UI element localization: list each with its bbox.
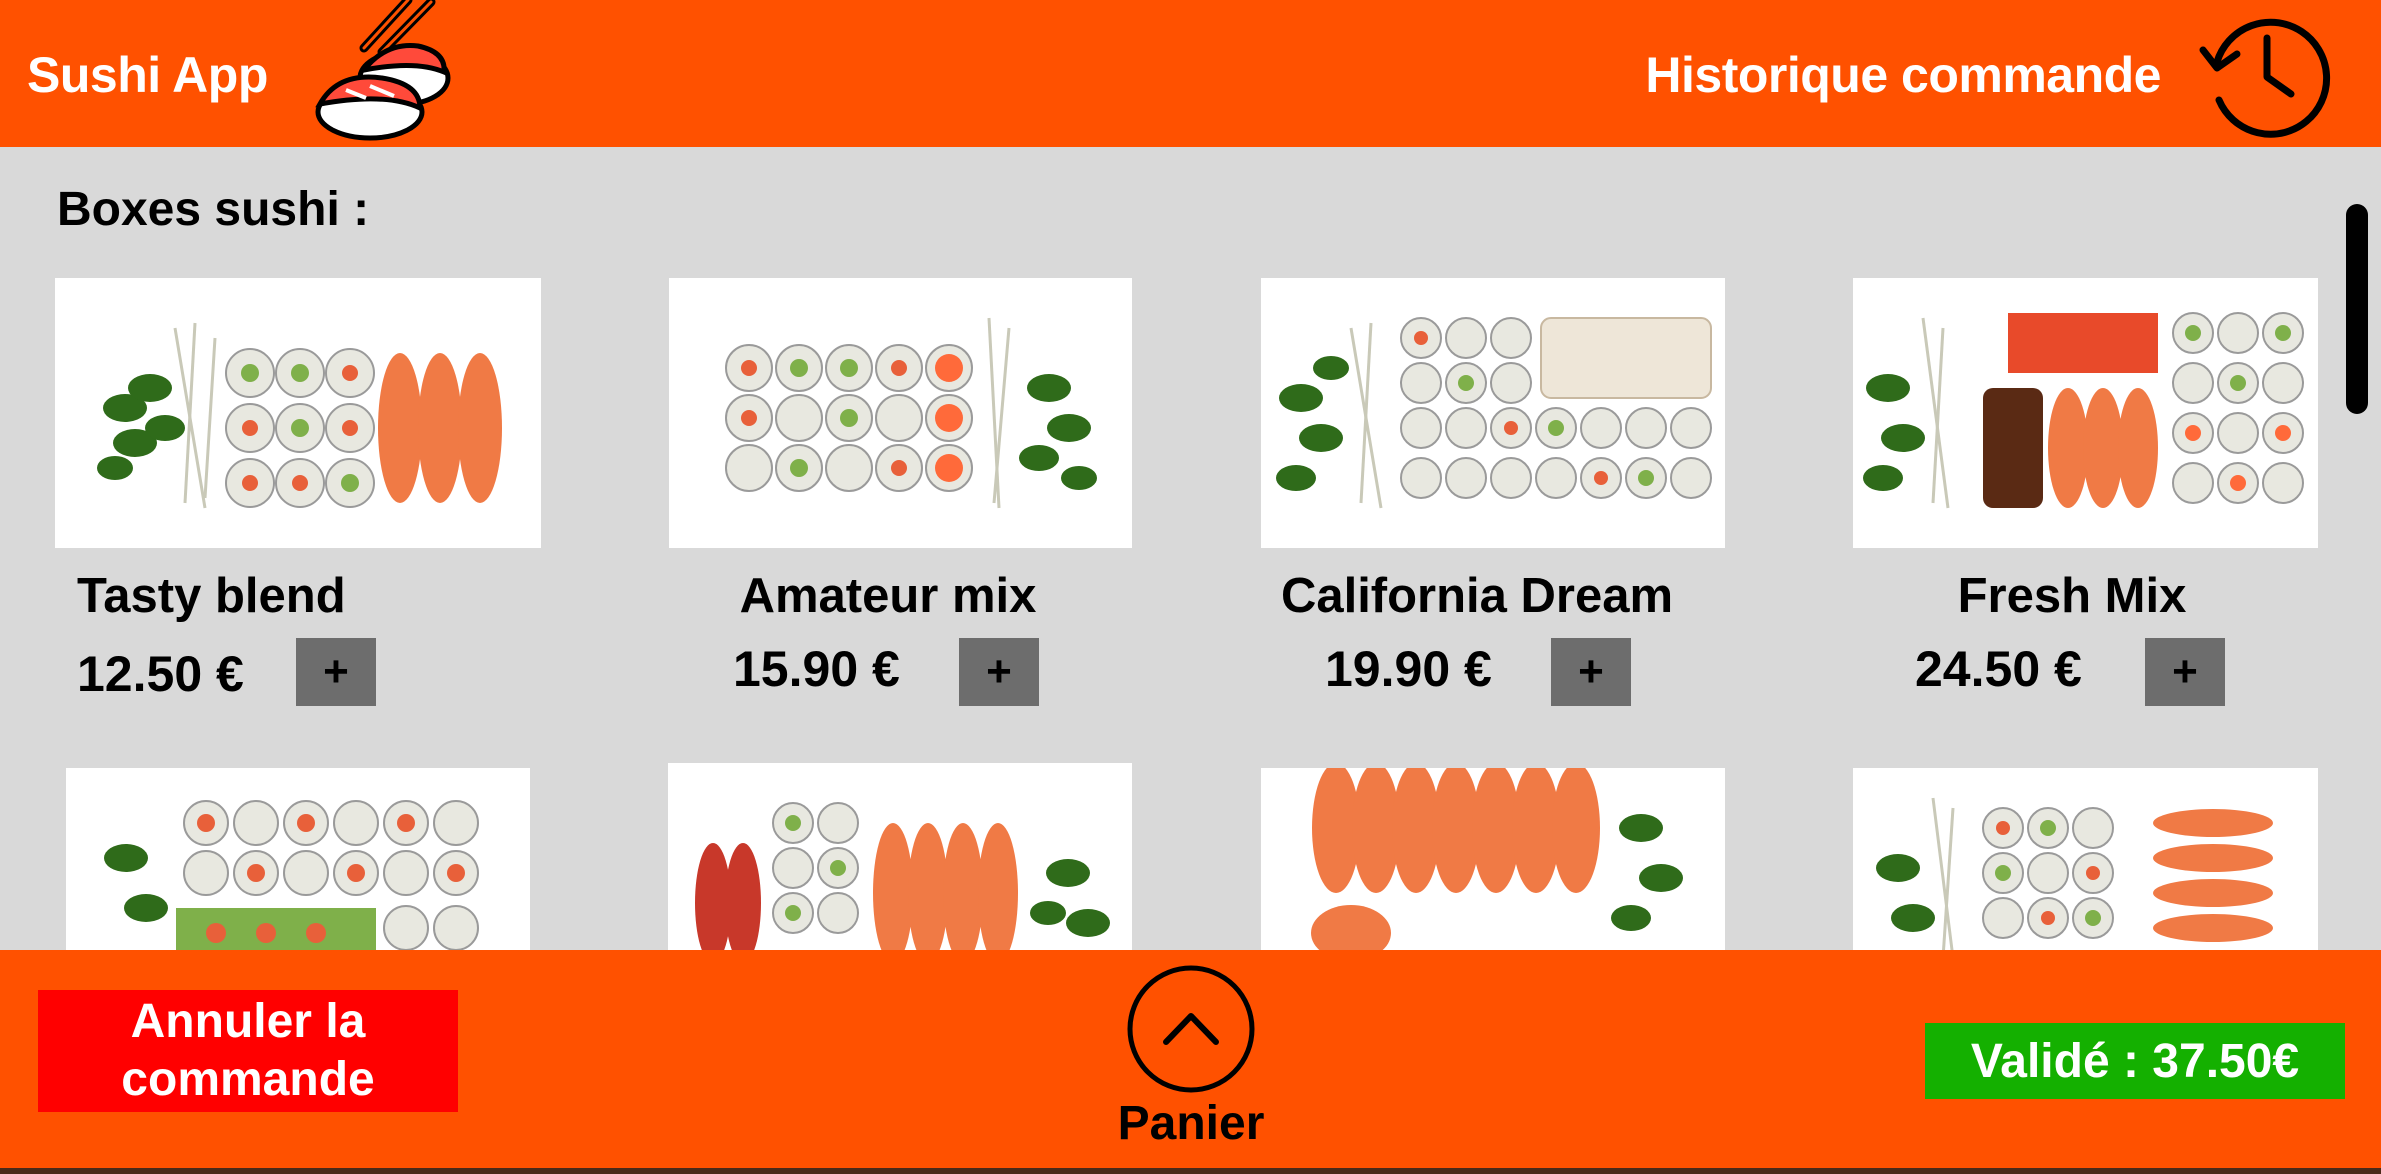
product-image[interactable] <box>669 278 1132 548</box>
product-price: 15.90 € <box>733 641 900 697</box>
product-image[interactable] <box>1853 768 2318 958</box>
chevron-up-circle-icon[interactable] <box>1126 964 1256 1094</box>
product-name: California Dream <box>1280 569 1674 623</box>
product-price: 24.50 € <box>1915 641 2082 697</box>
cancel-order-button[interactable]: Annuler la commande <box>38 990 458 1112</box>
product-price: 19.90 € <box>1325 641 1492 697</box>
product-name: Fresh Mix <box>1957 569 2187 623</box>
order-history-link[interactable]: Historique commande <box>1645 46 2161 104</box>
product-image[interactable] <box>1261 278 1725 548</box>
sushi-chopsticks-icon <box>306 0 456 145</box>
add-to-cart-button[interactable]: + <box>296 638 376 706</box>
app-title: Sushi App <box>27 47 268 103</box>
product-image[interactable] <box>55 278 541 548</box>
product-name: Amateur mix <box>739 569 1037 623</box>
product-name: Tasty blend <box>77 569 346 623</box>
product-image[interactable] <box>1261 768 1725 958</box>
validate-order-button[interactable]: Validé : 37.50€ <box>1925 1023 2345 1099</box>
cart-label[interactable]: Panier <box>1110 1096 1272 1151</box>
add-to-cart-button[interactable]: + <box>959 638 1039 706</box>
add-to-cart-button[interactable]: + <box>2145 638 2225 706</box>
section-title: Boxes sushi : <box>57 183 370 236</box>
add-to-cart-button[interactable]: + <box>1551 638 1631 706</box>
divider <box>0 1168 2381 1174</box>
product-image[interactable] <box>668 763 1132 958</box>
product-price: 12.50 € <box>77 646 244 702</box>
history-clock-icon[interactable] <box>2195 10 2337 144</box>
scrollbar-thumb[interactable] <box>2346 204 2368 414</box>
product-image[interactable] <box>66 768 530 958</box>
product-image[interactable] <box>1853 278 2318 548</box>
